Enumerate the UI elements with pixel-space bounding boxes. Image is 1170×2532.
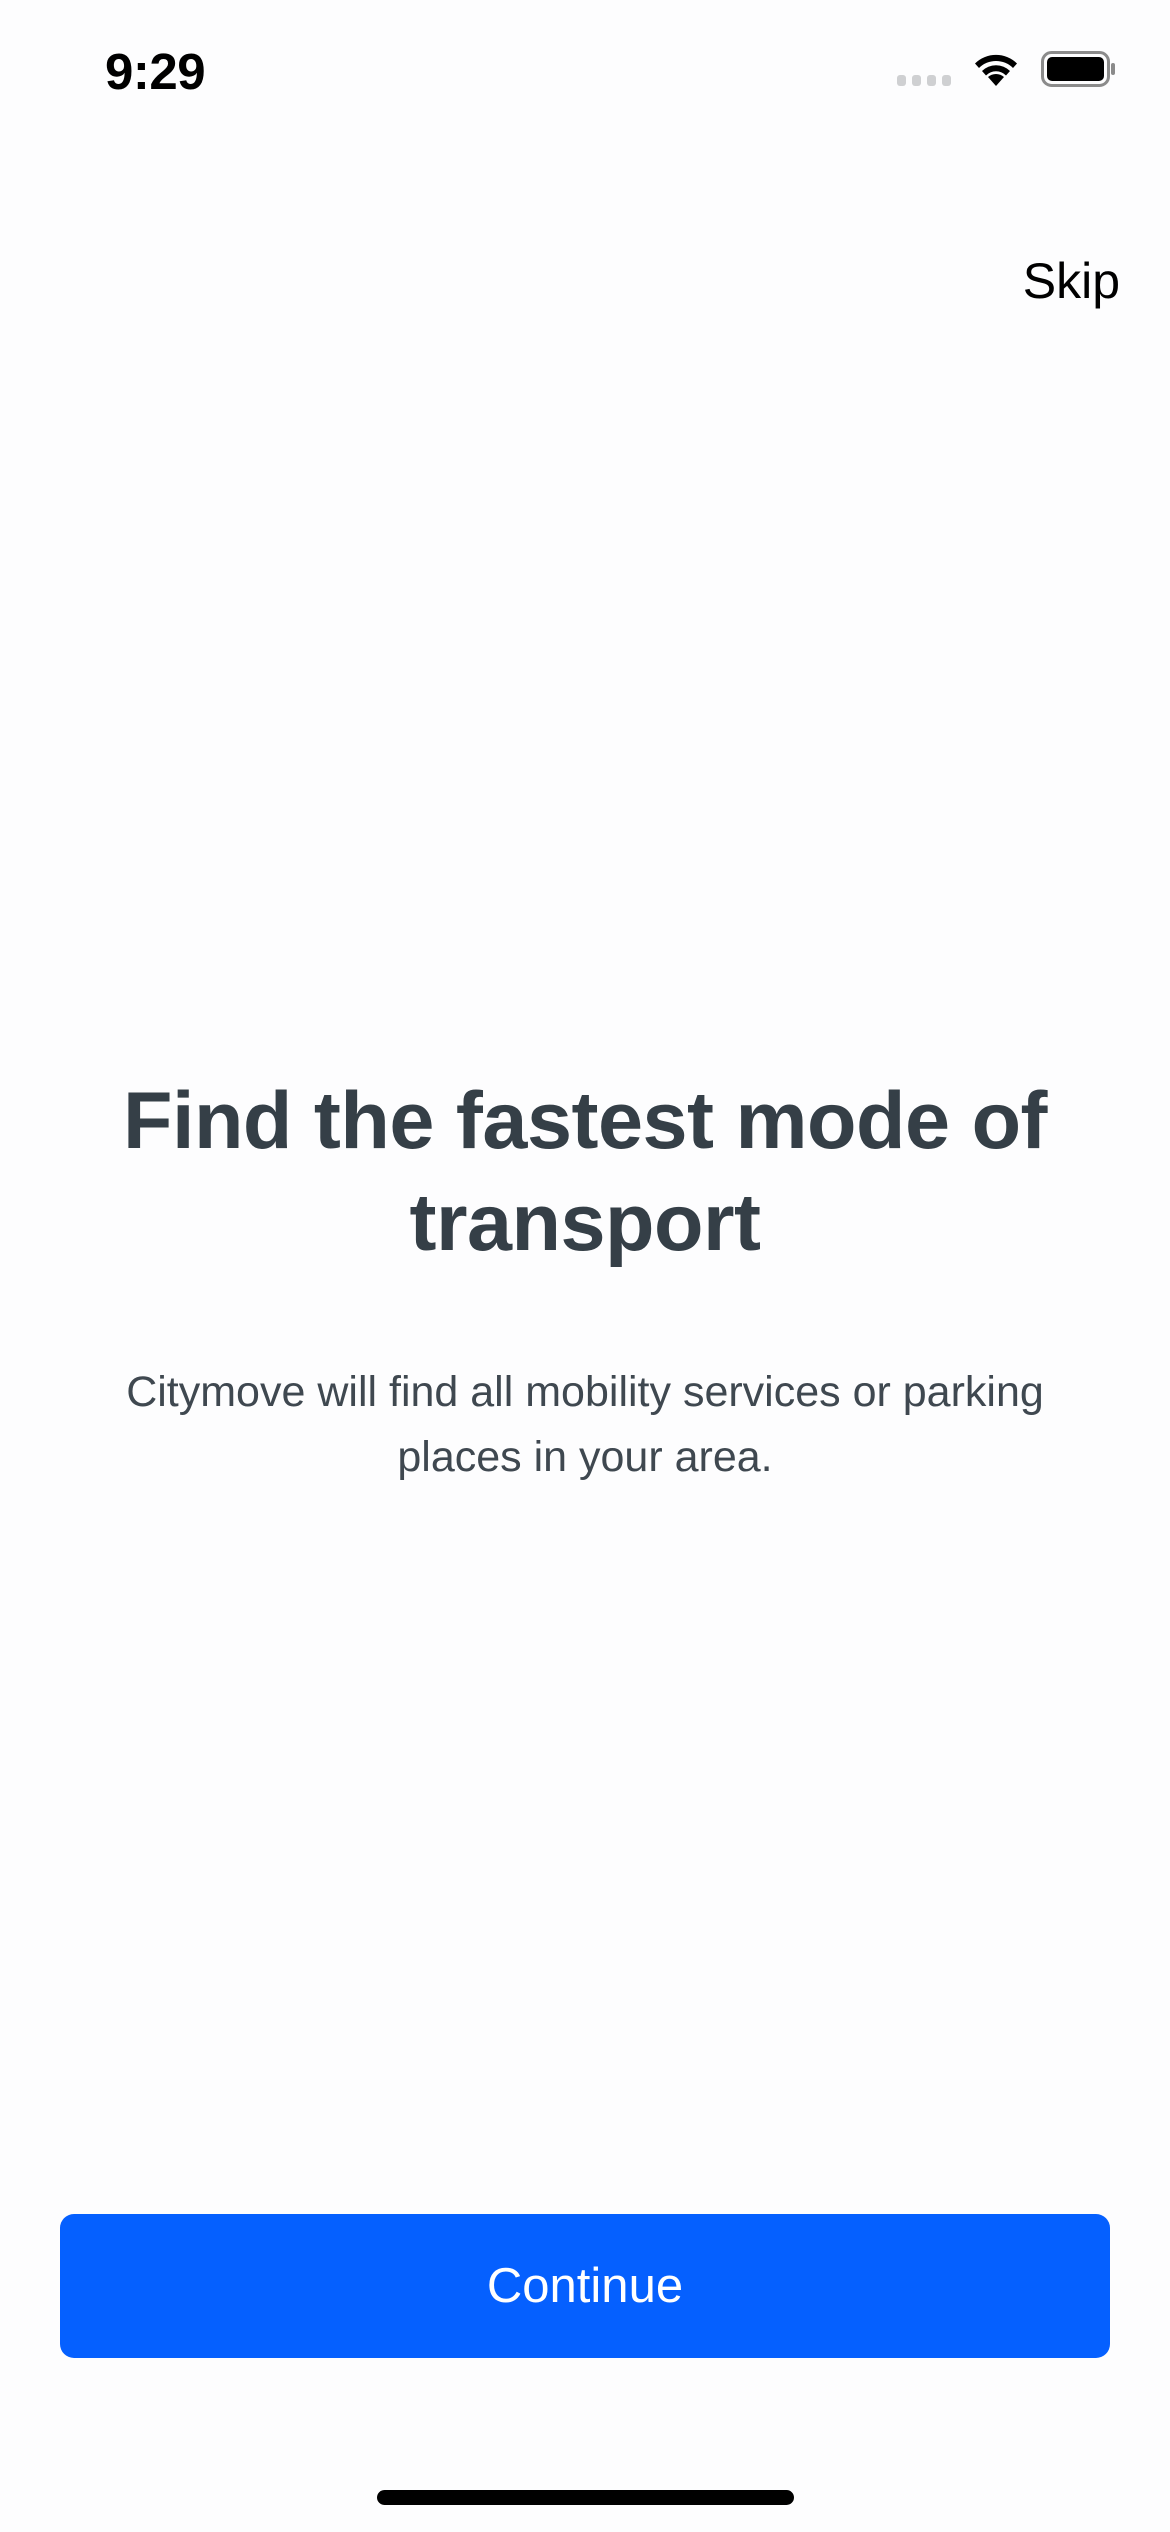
status-time: 9:29 <box>105 43 206 100</box>
onboarding-content: Find the fastest mode of transport Citym… <box>60 1070 1110 1490</box>
cellular-signal-icon <box>897 52 951 86</box>
continue-button[interactable]: Continue <box>60 2214 1110 2358</box>
status-bar: 9:29 <box>0 0 1170 150</box>
battery-icon <box>1041 51 1117 87</box>
onboarding-description: Citymove will find all mobility services… <box>126 1368 1044 1481</box>
wifi-icon <box>971 50 1021 88</box>
status-icons <box>897 50 1117 88</box>
onboarding-title: Find the fastest mode of transport <box>122 1076 1048 1268</box>
skip-button[interactable]: Skip <box>1023 252 1120 310</box>
home-indicator[interactable] <box>377 2490 794 2505</box>
